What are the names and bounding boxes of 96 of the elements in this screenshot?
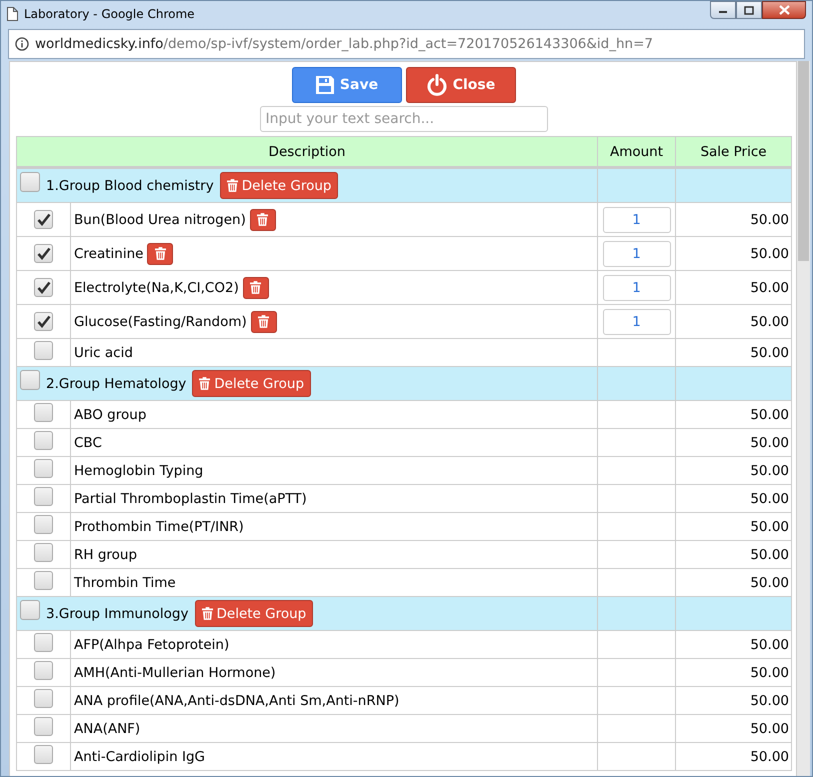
item-checkbox[interactable] [34,571,53,590]
test-name: Anti-Cardiolipin IgG [74,748,205,764]
url-domain: worldmedicsky.info [35,36,164,52]
test-name: Electrolyte(Na,K,CI,CO2) [74,280,239,296]
power-icon [426,74,448,96]
amount-field[interactable]: 1 [602,240,670,266]
price-cell: 50.00 [676,714,792,742]
test-name: Creatinine [74,246,144,262]
page-icon [7,7,18,21]
item-checkbox[interactable] [34,661,53,680]
trash-icon [154,247,166,260]
delete-group-button[interactable]: Delete Group [192,370,312,397]
checkmark-icon [36,314,50,328]
price-cell: 50.00 [676,456,792,484]
maximize-button[interactable] [736,1,762,19]
column-header: Amount [598,136,676,168]
test-name: RH group [74,546,138,562]
amount-field[interactable]: 1 [602,274,670,300]
amount-field[interactable]: 1 [602,308,670,334]
scrollbar[interactable] [797,61,810,776]
test-name: Partial Thromboplastin Time(aPTT) [74,490,307,506]
test-name: ANA profile(ANA,Anti-dsDNA,Anti Sm,Anti-nRNP) [74,692,400,708]
minimize-button[interactable] [710,1,736,19]
test-name: Prothombin Time(PT/INR) [74,518,244,534]
trash-icon [199,377,210,390]
price-cell: 50.00 [676,270,792,304]
amount-field[interactable]: 1 [602,206,670,232]
item-checkbox[interactable] [34,745,53,764]
column-header: Description [16,136,598,168]
item-checkbox[interactable] [34,244,53,262]
test-name: AMH(Anti-Mullerian Hormone) [74,664,276,680]
test-name: ANA(ANF) [74,720,140,736]
checkmark-icon [36,212,50,226]
item-checkbox[interactable] [34,633,53,652]
checkmark-icon [36,280,50,294]
group-checkbox[interactable] [20,600,40,620]
save-button[interactable]: Save [292,67,402,103]
window-title: Laboratory - Google Chrome [24,7,195,21]
delete-item-button[interactable] [147,242,174,264]
item-checkbox[interactable] [34,543,53,562]
trash-icon [226,179,238,192]
column-header: Sale Price [676,136,792,168]
item-checkbox[interactable] [34,487,53,506]
info-icon [15,37,29,51]
price-cell: 50.00 [676,304,792,338]
test-name: CBC [74,434,102,450]
group-title: 1.Group Blood chemistry [46,178,214,194]
price-cell: 50.00 [676,400,792,428]
price-cell: 50.00 [676,540,792,568]
price-cell: 50.00 [676,202,792,236]
item-checkbox[interactable] [34,278,53,296]
trash-icon [257,213,268,226]
item-checkbox[interactable] [34,515,53,534]
group-checkbox[interactable] [20,370,40,390]
price-cell: 50.00 [676,742,792,770]
trash-icon [258,315,270,328]
item-checkbox[interactable] [34,312,53,330]
price-cell: 50.00 [676,658,792,686]
test-name: Hemoglobin Typing [74,462,204,478]
item-checkbox[interactable] [34,459,53,478]
test-name: Thrombin Time [74,574,176,590]
url-path: /demo/sp-ivf/system/order_lab.php?id_act=720170526143306&id_hn=7 [163,36,653,52]
price-cell: 50.00 [676,428,792,456]
delete-item-button[interactable] [250,208,276,230]
price-cell: 50.00 [676,630,792,658]
address-bar[interactable]: worldmedicsky.info/demo/sp-ivf/system/order_lab.php?id_act=720170526143306&id_hn=7 [8,29,805,59]
price-cell: 50.00 [676,484,792,512]
item-checkbox[interactable] [34,431,53,450]
trash-icon [202,607,212,620]
item-checkbox[interactable] [34,717,53,736]
price-cell: 50.00 [676,686,792,714]
item-checkbox[interactable] [34,210,53,228]
delete-item-button[interactable] [250,310,277,332]
close-button[interactable]: Close [406,67,516,103]
test-name: Uric acid [74,344,133,360]
delete-group-button[interactable]: Delete Group [220,172,338,199]
item-checkbox[interactable] [34,403,53,422]
test-name: AFP(Alhpa Fetoprotein) [74,636,230,652]
close-icon [778,5,790,15]
price-cell: 50.00 [676,512,792,540]
maximize-icon [744,6,754,14]
test-name: Glucose(Fasting/Random) [74,314,247,330]
test-name: Bun(Blood Urea nitrogen) [74,212,246,228]
group-checkbox[interactable] [20,172,40,192]
price-cell: 50.00 [676,236,792,270]
delete-item-button[interactable] [242,276,269,298]
close-button[interactable] [762,1,806,19]
group-title: 2.Group Hematology [46,376,186,392]
test-name: ABO group [74,406,146,422]
search-field[interactable]: Input your text search... [260,106,548,132]
checkmark-icon [36,246,50,260]
delete-group-button[interactable]: Delete Group [194,600,314,627]
item-checkbox[interactable] [34,341,53,360]
group-title: 3.Group Immunology [46,606,188,622]
item-checkbox[interactable] [34,689,53,708]
trash-icon [250,281,262,294]
